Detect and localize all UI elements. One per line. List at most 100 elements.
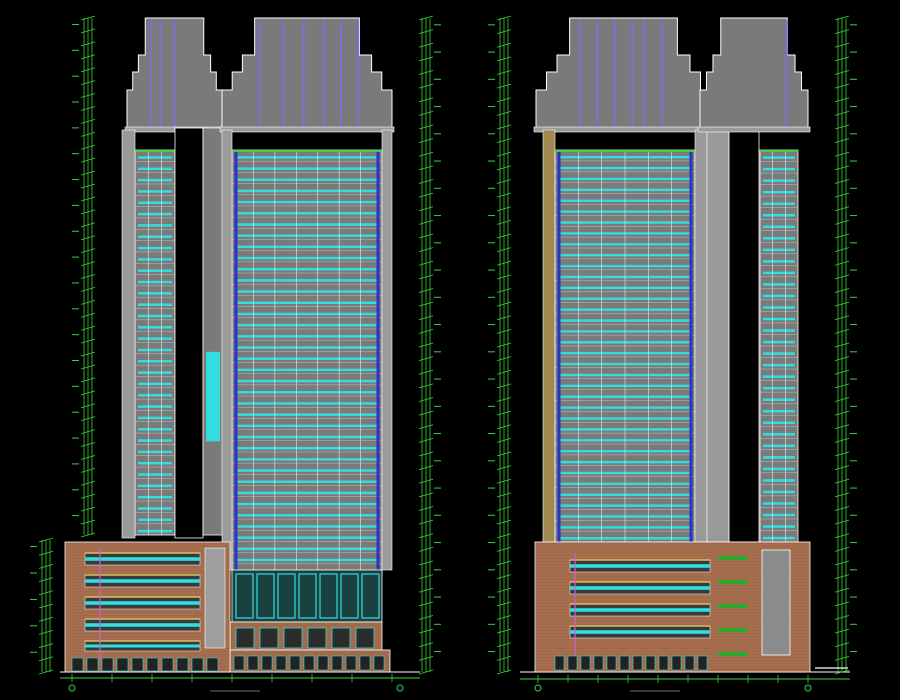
window-band <box>235 491 379 495</box>
window-band <box>138 258 172 261</box>
window-band <box>138 178 172 182</box>
window-band <box>138 235 172 238</box>
window-band <box>763 421 795 425</box>
shopfront-window <box>345 655 357 671</box>
window-band <box>763 156 795 159</box>
window-band <box>763 375 795 378</box>
ground-window <box>567 655 578 671</box>
window-band <box>763 317 795 321</box>
ground-window <box>101 657 114 672</box>
ground-window <box>658 655 669 671</box>
window-band <box>763 167 795 171</box>
entrance-door <box>307 627 327 649</box>
window-band <box>138 303 172 306</box>
crown-cornice <box>219 126 395 133</box>
window-band <box>235 413 379 416</box>
window-band <box>763 294 795 298</box>
ground-window <box>593 655 604 671</box>
window-band <box>235 223 379 226</box>
window-band <box>138 246 172 250</box>
cad-drawing-canvas <box>30 15 857 692</box>
window-band <box>763 363 795 367</box>
window-band <box>235 435 379 439</box>
shopfront-window <box>373 655 385 671</box>
window-band <box>235 290 379 293</box>
window-band <box>138 201 172 205</box>
podium-glazing <box>85 579 200 583</box>
ground-window <box>606 655 617 671</box>
entrance-door <box>283 627 303 649</box>
podium-glazing <box>570 586 710 590</box>
window-band <box>138 450 172 454</box>
ground-window <box>580 655 591 671</box>
podium-glazing <box>570 630 710 634</box>
lobby-curtain-wall <box>231 569 383 623</box>
tower-shaft <box>554 149 696 543</box>
window-band <box>763 433 795 436</box>
tower-side-pier <box>694 129 708 543</box>
ground-window <box>71 657 84 672</box>
window-band <box>138 507 172 510</box>
window-band <box>138 495 172 499</box>
window-band <box>235 502 379 506</box>
tower-side-pier <box>381 129 393 571</box>
window-band <box>235 514 379 517</box>
ground-window <box>161 657 174 672</box>
podium-stair-core <box>204 547 226 649</box>
left-elevation <box>30 15 441 692</box>
window-band <box>763 490 795 494</box>
dimension-chain <box>72 15 96 538</box>
ground-window <box>632 655 643 671</box>
podium-glazing <box>85 601 200 605</box>
shopfront-window <box>303 655 315 671</box>
window-band <box>763 467 795 471</box>
podium-service-core <box>761 549 791 656</box>
ground-window <box>116 657 129 672</box>
window-band <box>138 292 172 295</box>
window-band <box>235 245 379 249</box>
entrance-door <box>355 627 375 649</box>
window-band <box>763 340 795 344</box>
tower-side-pier <box>121 129 136 539</box>
window-band <box>235 256 379 260</box>
axis-bubble <box>396 684 404 692</box>
window-band <box>235 424 379 428</box>
window-band <box>235 178 379 181</box>
window-band <box>235 391 379 394</box>
window-band <box>235 368 379 372</box>
podium-glazing <box>85 623 200 627</box>
window-band <box>235 547 379 551</box>
tower-shaft <box>134 149 176 536</box>
window-band <box>235 234 379 237</box>
window-band <box>138 348 172 352</box>
crown-silhouette <box>699 17 809 131</box>
window-band <box>763 525 795 528</box>
planter-strip <box>718 604 748 608</box>
window-band <box>235 312 379 316</box>
podium-glazing <box>570 608 710 612</box>
shopfront-window <box>289 655 301 671</box>
window-band <box>138 156 172 159</box>
window-band <box>235 525 379 528</box>
window-band <box>235 212 379 215</box>
dimension-chain <box>834 15 857 675</box>
dimension-chain <box>488 15 512 675</box>
window-band <box>235 379 379 383</box>
window-band <box>763 456 795 459</box>
planter-strip <box>718 628 748 632</box>
tower-crown <box>533 17 714 133</box>
window-band <box>763 271 795 275</box>
tower-crown <box>697 17 811 133</box>
shopfront-window <box>247 655 259 671</box>
ground-window <box>671 655 682 671</box>
dimension-chain <box>30 537 54 675</box>
planter-strip <box>718 652 748 656</box>
shopfront-window <box>233 655 245 671</box>
window-band <box>763 502 795 505</box>
window-band <box>763 329 795 332</box>
cad-viewport[interactable] <box>0 0 900 700</box>
shopfront-window <box>317 655 329 671</box>
window-band <box>235 156 379 159</box>
window-band <box>763 386 795 390</box>
podium-glazing <box>85 644 200 648</box>
